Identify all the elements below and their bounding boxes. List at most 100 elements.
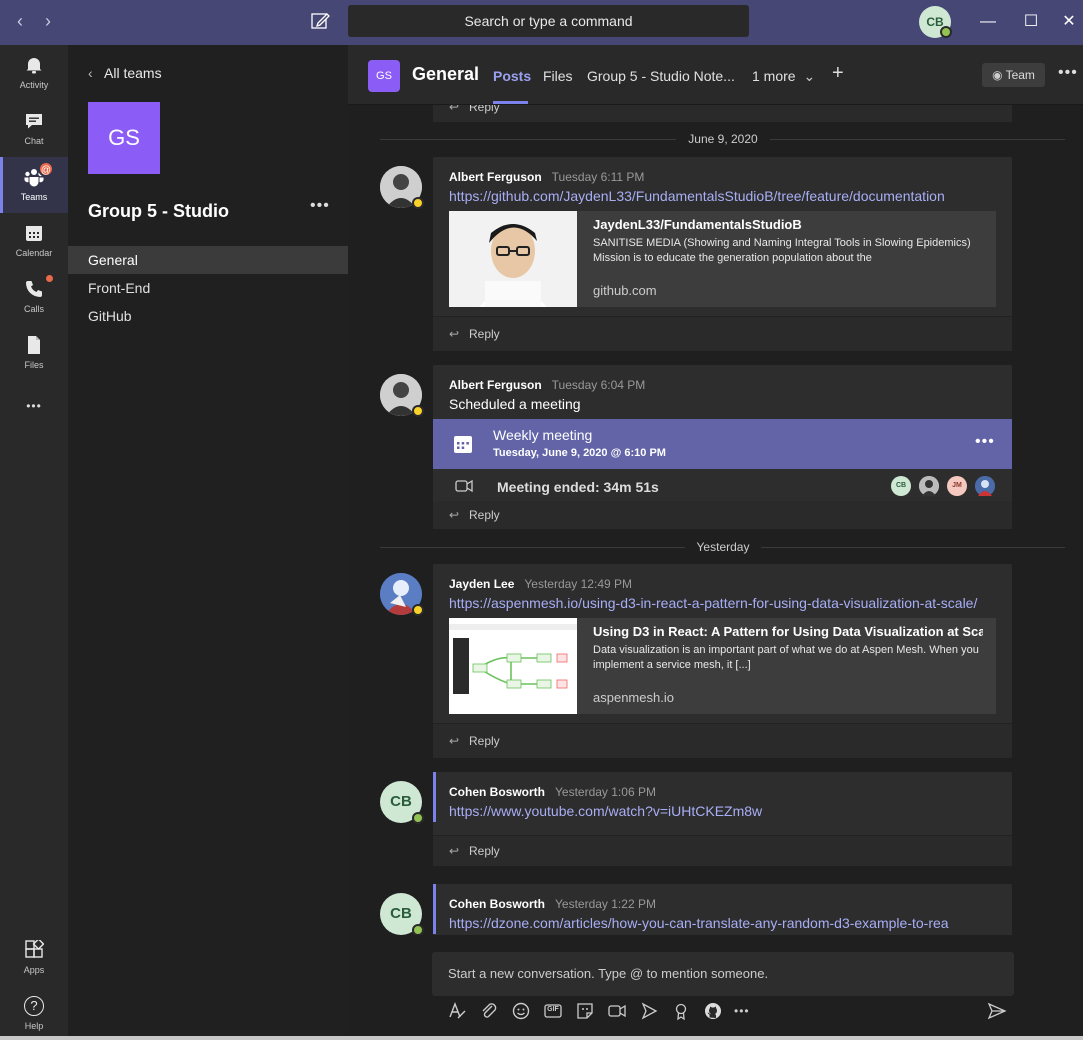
send-icon[interactable] [986,1000,1008,1022]
phone-icon [24,279,44,299]
tab-studio-notes[interactable]: Group 5 - Studio Note... [587,68,735,84]
rail-label-files: Files [24,360,44,370]
channel-front-end[interactable]: Front-End [68,274,348,302]
date-divider-label: Yesterday [684,540,762,554]
post-author[interactable]: Albert Ferguson [449,170,542,184]
tab-posts[interactable]: Posts [493,68,531,84]
presence-away-icon [412,405,424,417]
chevron-down-icon: ⌄ [803,68,816,84]
gif-icon[interactable]: GIF [542,1000,564,1022]
post-time: Yesterday 1:22 PM [555,897,656,911]
post-link[interactable]: https://www.youtube.com/watch?v=iUHtCKEZ… [449,803,1004,819]
post-link[interactable]: https://github.com/JaydenL33/Fundamental… [449,188,1004,204]
rail-item-activity[interactable]: Activity [0,45,68,101]
close-icon[interactable]: ✕ [1057,10,1081,34]
participant-avatar[interactable]: CB [891,476,911,496]
post-header: Albert Ferguson Tuesday 6:11 PM [449,170,644,184]
rail-item-teams[interactable]: @ Teams [0,157,68,213]
rail-item-apps[interactable]: Apps [0,930,68,986]
team-more-options-icon[interactable]: ••• [310,197,330,215]
attach-icon[interactable] [478,1000,500,1022]
rail-item-files[interactable]: Files [0,325,68,381]
meet-now-icon[interactable] [606,1000,628,1022]
search-input[interactable]: Search or type a command [348,5,749,37]
post-link[interactable]: https://aspenmesh.io/using-d3-in-react-a… [449,595,1004,611]
channel-github[interactable]: GitHub [68,302,348,330]
team-tile[interactable]: GS [88,102,160,174]
reply-label: Reply [469,327,500,341]
link-preview-image [449,618,577,714]
reply-icon: ↩ [449,508,460,522]
sticker-icon[interactable] [574,1000,596,1022]
reply-button[interactable]: ↩ Reply [433,501,1012,529]
reply-button[interactable]: ↩ Reply [433,316,1012,351]
post-author[interactable]: Cohen Bosworth [449,785,545,799]
new-chat-icon[interactable] [308,9,332,33]
file-icon [24,335,44,355]
forward-arrow-icon[interactable]: › [37,10,59,32]
link-preview-description: Data visualization is an important part … [593,644,979,671]
team-info-button[interactable]: ◉ Team [982,63,1045,87]
post-link[interactable]: https://dzone.com/articles/how-you-can-t… [449,915,1004,931]
add-tab-icon[interactable]: + [832,62,844,85]
rail-item-help[interactable]: ? Help [0,986,68,1040]
tab-more-label: 1 more [752,68,796,84]
rail-item-chat[interactable]: Chat [0,101,68,157]
channel-more-options-icon[interactable]: ••• [1058,64,1078,82]
presence-available-icon [412,812,424,824]
maximize-icon[interactable]: ☐ [1019,10,1043,34]
reply-label: Reply [469,105,500,114]
praise-icon[interactable] [670,1000,692,1022]
format-icon[interactable] [446,1000,468,1022]
chat-icon [24,111,44,131]
all-teams-link[interactable]: ‹ All teams [88,65,162,81]
post-card: Cohen Bosworth Yesterday 1:06 PM https://… [433,772,1012,866]
back-arrow-icon[interactable]: ‹ [9,10,31,32]
team-button-label: Team [1005,68,1035,82]
active-tab-indicator [493,101,528,104]
post-author[interactable]: Cohen Bosworth [449,897,545,911]
post-header: Albert Ferguson Tuesday 6:04 PM [449,378,645,392]
meeting-more-options-icon[interactable]: ••• [975,433,995,451]
post-time: Tuesday 6:04 PM [551,378,646,392]
tab-more[interactable]: 1 more ⌄ [752,68,815,85]
meeting-ended-text: Meeting ended: 34m 51s [497,479,659,495]
more-icon[interactable]: ••• [734,1000,756,1022]
presence-away-icon [412,197,424,209]
channel-general[interactable]: General [68,246,348,274]
calendar-icon [453,434,473,454]
apps-icon [24,940,44,960]
rail-item-calendar[interactable]: Calendar [0,213,68,269]
emoji-icon[interactable] [510,1000,532,1022]
post-author[interactable]: Jayden Lee [449,577,514,591]
github-icon[interactable] [702,1000,724,1022]
user-avatar[interactable]: CB [919,6,952,38]
participant-avatar[interactable] [975,476,995,496]
post-card: Jayden Lee Yesterday 12:49 PM https://asp… [433,564,1012,758]
eye-icon: ◉ [992,68,1003,82]
title-bar: ‹ › Search or type a command CB — ☐ ✕ [0,0,1083,45]
rail-label-teams: Teams [20,192,48,202]
post-author[interactable]: Albert Ferguson [449,378,542,392]
new-conversation-input[interactable]: Start a new conversation. Type @ to ment… [432,952,1014,996]
date-divider: June 9, 2020 [348,132,1083,146]
more-apps-icon[interactable]: ••• [0,399,68,413]
tab-files[interactable]: Files [543,68,573,84]
reply-button[interactable]: ↩ Reply [433,723,1012,758]
calendar-icon [24,223,44,243]
rail-label-chat: Chat [24,136,44,146]
link-preview-card[interactable]: JaydenL33/FundamentalsStudioB SANITISE M… [449,211,996,307]
reply-button[interactable]: ↩ Reply [433,105,1012,122]
conversation-feed[interactable]: ↩ Reply June 9, 2020 Albert Ferguson Tuesd… [348,105,1083,935]
reply-button[interactable]: ↩ Reply [433,835,1012,866]
minimize-icon[interactable]: — [976,10,1000,34]
participant-avatar[interactable]: JM [947,476,967,496]
link-preview-card[interactable]: Using D3 in React: A Pattern for Using D… [449,618,996,714]
participant-avatar[interactable] [919,476,939,496]
post-time: Yesterday 12:49 PM [524,577,632,591]
rail-label-calendar: Calendar [15,248,53,258]
post-card: Cohen Bosworth Yesterday 1:22 PM https://… [433,884,1012,935]
meeting-card[interactable]: Weekly meeting Tuesday, June 9, 2020 @ 6… [433,419,1012,469]
stream-icon[interactable] [638,1000,660,1022]
rail-item-calls[interactable]: Calls [0,269,68,325]
